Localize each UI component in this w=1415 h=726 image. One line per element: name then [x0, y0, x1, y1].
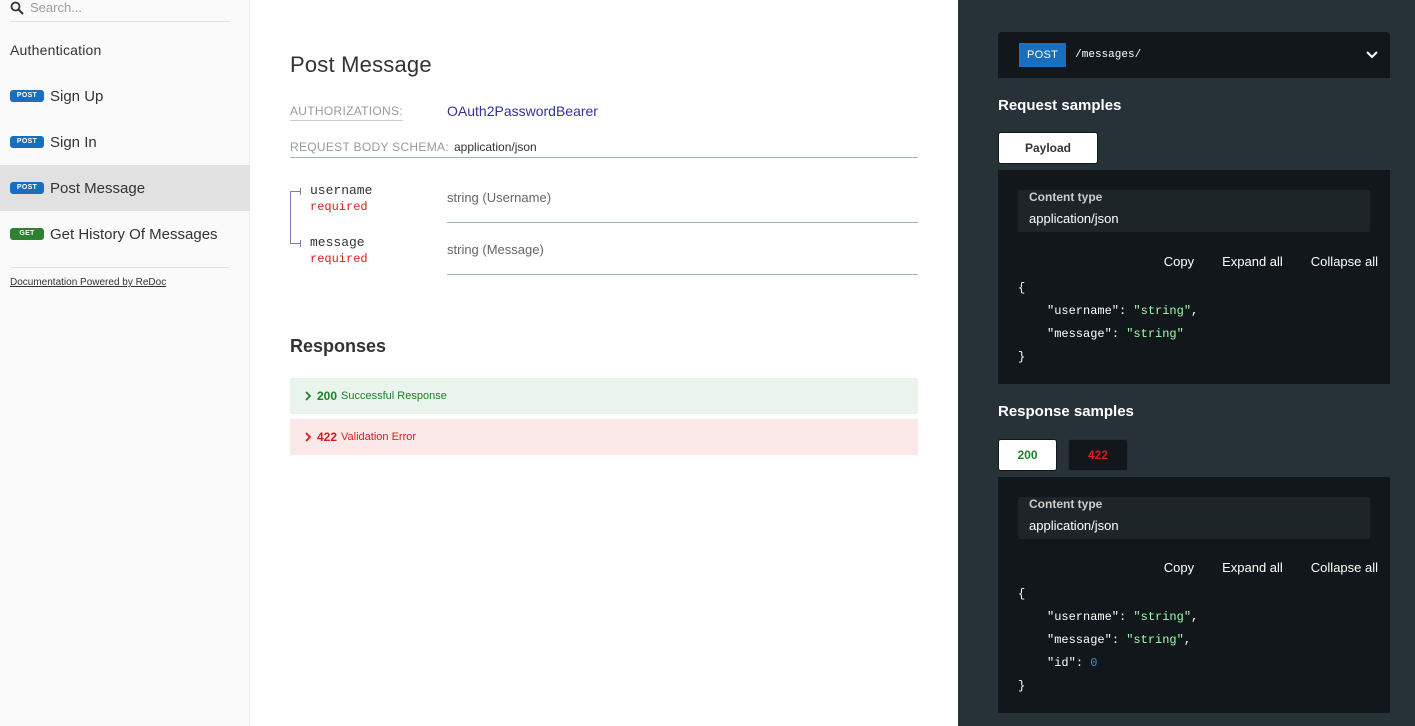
param-username-type: string (Username) — [447, 190, 552, 205]
param-username-required: required — [310, 200, 368, 214]
response-code: 422 — [317, 430, 338, 444]
chevron-right-icon — [305, 391, 312, 401]
request-sample-box: Content type application/json Copy Expan… — [998, 170, 1390, 384]
param-message-name: message — [310, 235, 365, 250]
content-type-value: application/json — [1029, 518, 1119, 533]
response-422-toggle[interactable]: 422 Validation Error — [290, 419, 918, 455]
sidebar-item-get-history[interactable]: GET Get History Of Messages — [0, 211, 250, 257]
json-string-value: "string" — [1133, 304, 1192, 318]
request-body-schema-row: REQUEST BODY SCHEMA: application/json — [290, 138, 918, 158]
endpoint-method: POST — [1019, 43, 1067, 67]
nav-list: POST Sign Up POST Sign In POST Post Mess… — [0, 73, 250, 257]
json-string-value: "string" — [1126, 633, 1184, 647]
param-username-name: username — [310, 183, 373, 198]
chevron-right-icon — [305, 432, 312, 442]
response-description: Successful Response — [341, 390, 447, 402]
search-icon — [10, 1, 24, 15]
tree-tick — [300, 188, 301, 195]
json-line-username: "username": "string", — [1047, 304, 1199, 318]
param-message-required: required — [310, 252, 368, 266]
json-string-value: "string" — [1133, 610, 1192, 624]
sidebar-item-label: Sign In — [50, 133, 97, 151]
page-title: Post Message — [290, 52, 432, 77]
response-200-toggle[interactable]: 200 Successful Response — [290, 378, 918, 414]
schema-label: REQUEST BODY SCHEMA: — [290, 140, 449, 154]
sidebar-item-sign-up[interactable]: POST Sign Up — [0, 73, 250, 119]
responses-title: Responses — [290, 336, 387, 356]
json-line-message: "message": "string", — [1047, 633, 1192, 647]
collapse-all-button[interactable]: Collapse all — [1311, 254, 1378, 269]
json-line-message: "message": "string" — [1047, 327, 1184, 341]
json-open-brace: { — [1018, 587, 1026, 601]
sample-controls: Copy Expand all Collapse all — [1164, 560, 1378, 575]
param-divider — [447, 274, 918, 275]
content-type-label: Content type — [1029, 190, 1103, 204]
response-description: Validation Error — [341, 431, 417, 443]
sidebar-item-label: Get History Of Messages — [50, 225, 218, 243]
authorizations-label: AUTHORIZATIONS: — [290, 104, 403, 121]
authorizations-row: AUTHORIZATIONS: OAuth2PasswordBearer — [290, 103, 918, 123]
request-json: { "username": "string", "message": "stri… — [1018, 277, 1198, 369]
powered-by-link[interactable]: Documentation Powered by ReDoc — [10, 277, 166, 288]
param-message-type: string (Message) — [447, 242, 544, 257]
method-badge: GET — [10, 228, 44, 240]
sidebar-item-label: Post Message — [50, 179, 146, 197]
response-sample-box: Content type application/json Copy Expan… — [998, 477, 1390, 713]
response-code: 200 — [317, 389, 338, 403]
response-json: { "username": "string", "message": "stri… — [1018, 583, 1198, 698]
operation-panel: Post Message AUTHORIZATIONS: OAuth2Passw… — [250, 0, 958, 726]
request-samples-title: Request samples — [998, 97, 1122, 114]
copy-button[interactable]: Copy — [1164, 254, 1194, 269]
nav-group-authentication[interactable]: Authentication — [10, 42, 102, 58]
json-close-brace: } — [1018, 679, 1026, 693]
expand-all-button[interactable]: Expand all — [1222, 560, 1283, 575]
json-string-value: "string" — [1126, 327, 1184, 341]
collapse-all-button[interactable]: Collapse all — [1311, 560, 1378, 575]
json-line-id: "id": 0 — [1047, 656, 1098, 670]
json-key: "username" — [1047, 610, 1120, 624]
content-type-box: Content type application/json — [1018, 190, 1370, 232]
param-divider — [447, 222, 918, 223]
samples-panel: POST /messages/ Request samples Payload … — [958, 0, 1415, 726]
sidebar-item-sign-in[interactable]: POST Sign In — [0, 119, 250, 165]
json-number-value: 0 — [1090, 656, 1098, 670]
tree-tick — [300, 240, 301, 247]
chevron-down-icon — [1366, 51, 1378, 59]
response-samples-title: Response samples — [998, 403, 1134, 420]
content-type-value: application/json — [1029, 211, 1119, 226]
schema-content-type: application/json — [454, 140, 537, 154]
copy-button[interactable]: Copy — [1164, 560, 1194, 575]
content-type-label: Content type — [1029, 497, 1103, 511]
tab-response-200[interactable]: 200 — [998, 439, 1057, 471]
sample-controls: Copy Expand all Collapse all — [1164, 254, 1378, 269]
endpoint-path: /messages/ — [1075, 49, 1142, 61]
sidebar: Authentication POST Sign Up POST Sign In… — [0, 0, 250, 726]
search-bar — [10, 0, 230, 22]
method-badge: POST — [10, 182, 44, 194]
method-badge: POST — [10, 136, 44, 148]
json-open-brace: { — [1018, 281, 1026, 295]
json-key: "message" — [1047, 327, 1112, 341]
authorizations-link[interactable]: OAuth2PasswordBearer — [447, 103, 598, 119]
json-close-brace: } — [1018, 350, 1026, 364]
json-key: "id" — [1047, 656, 1076, 670]
tab-response-422[interactable]: 422 — [1068, 439, 1128, 471]
method-badge: POST — [10, 90, 44, 102]
search-input[interactable] — [30, 0, 210, 15]
json-key: "message" — [1047, 633, 1112, 647]
endpoint-toggle[interactable]: POST /messages/ — [998, 32, 1390, 78]
tab-payload[interactable]: Payload — [998, 132, 1098, 164]
param-tree: username required string (Username) mess… — [290, 178, 918, 278]
sidebar-item-label: Sign Up — [50, 87, 104, 105]
tree-line — [290, 191, 291, 243]
sidebar-item-post-message[interactable]: POST Post Message — [0, 165, 250, 211]
json-line-username: "username": "string", — [1047, 610, 1199, 624]
content-type-box: Content type application/json — [1018, 497, 1370, 539]
expand-all-button[interactable]: Expand all — [1222, 254, 1283, 269]
json-key: "username" — [1047, 304, 1120, 318]
sidebar-divider — [10, 267, 230, 268]
